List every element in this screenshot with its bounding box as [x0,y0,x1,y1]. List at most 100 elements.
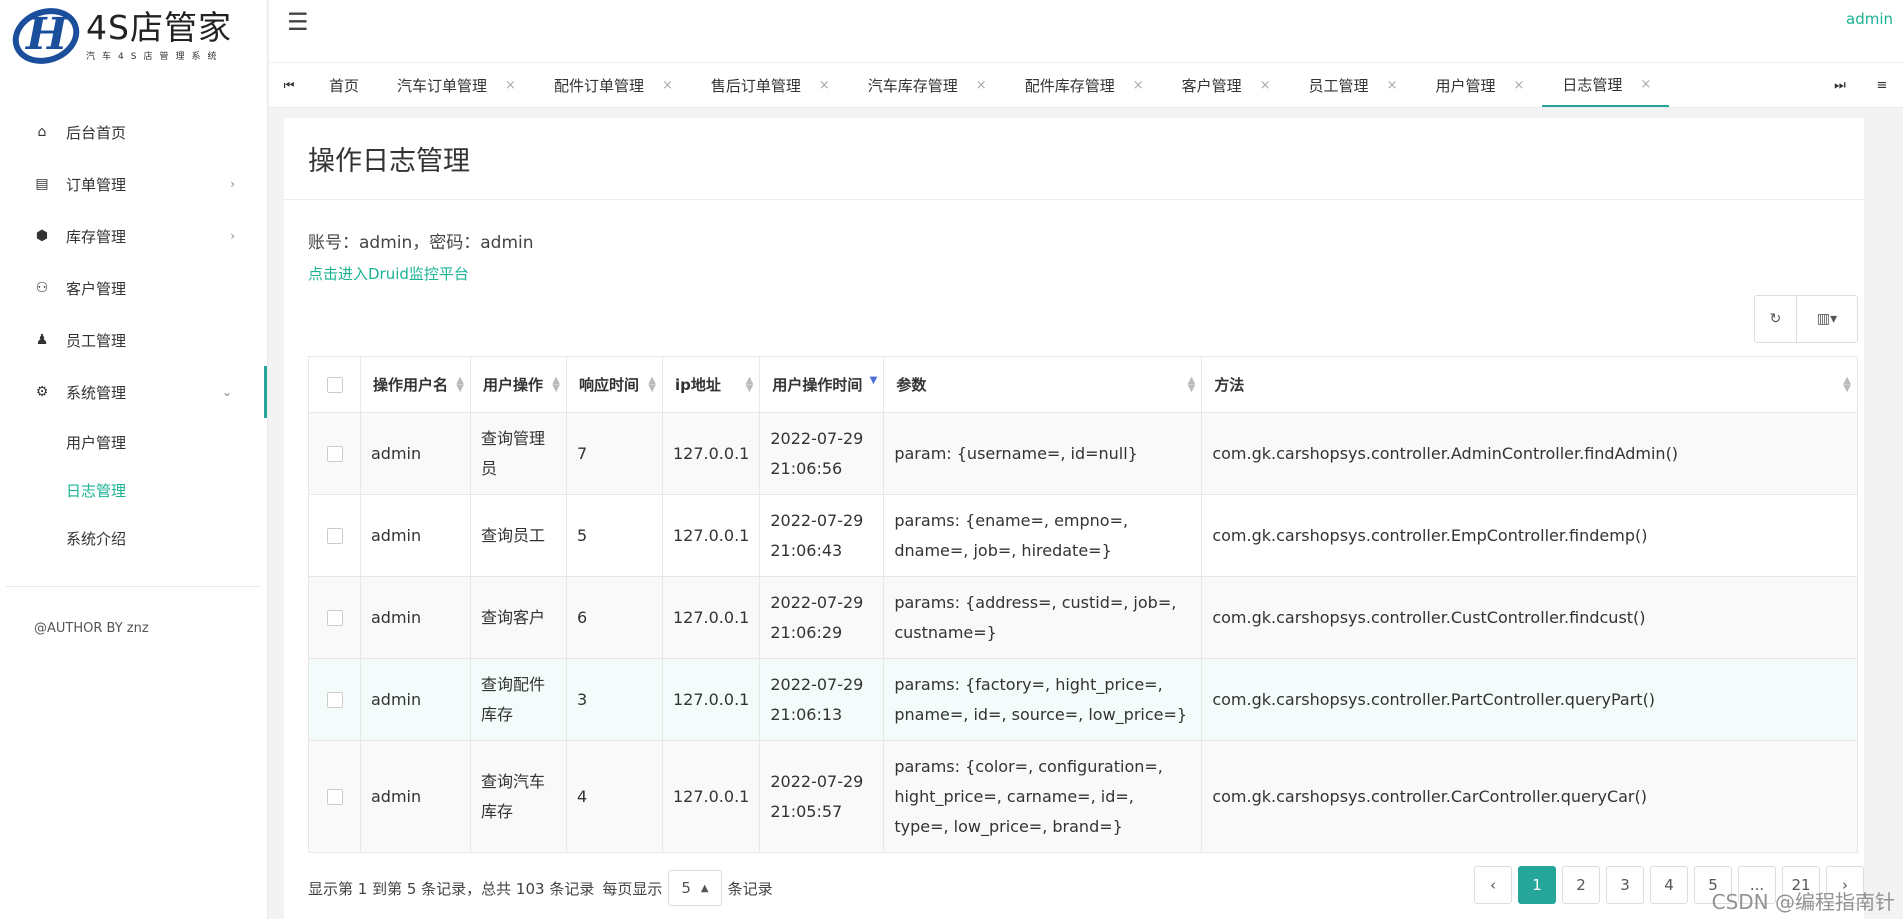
table-header-row: 操作用户名 ▲ ▼ 用户操作 ▲ ▼ 响应时间 ▲ ▼ ip地址 ▲ ▼ 用户操作时间 ▼ 参数 ▲… [308,356,1858,413]
table-row[interactable]: admin 查询配件库存 3 127.0.0.1 2022-07-29 21:0… [308,658,1858,741]
druid-link[interactable]: 点击进入Druid监控平台 [284,253,1864,284]
close-icon[interactable]: × [1387,78,1398,93]
page-4[interactable]: 4 [1650,866,1688,904]
tab-car-orders[interactable]: 汽车订单管理 × [377,63,534,107]
tab-customers[interactable]: 客户管理 × [1162,63,1289,107]
logo-subtitle: 汽车4S店管理系统 [86,51,224,62]
row-checkbox[interactable] [308,658,361,741]
cell-method: com.gk.carshopsys.controller.PartControl… [1201,658,1858,741]
sidebar-subitem-logs[interactable]: 日志管理 [66,466,267,514]
tab-users[interactable]: 用户管理 × [1415,63,1542,107]
account-info: 账号：admin，密码：admin [308,233,534,253]
tab-logs[interactable]: 日志管理 × [1542,63,1670,107]
col-header-method[interactable]: 方法 ▲ ▼ [1201,356,1858,413]
tab-car-inventory[interactable]: 汽车库存管理 × [848,63,1005,107]
cell-response-time: 6 [566,576,663,659]
topbar: ☰ admin [269,0,1903,62]
table-row[interactable]: admin 查询员工 5 127.0.0.1 2022-07-29 21:06:… [308,494,1858,577]
page-1[interactable]: 1 [1518,866,1556,904]
table-row[interactable]: admin 查询管理员 7 127.0.0.1 2022-07-29 21:06… [308,412,1858,495]
row-checkbox[interactable] [308,494,361,577]
sidebar-nav: ⌂ 后台首页 ▤ 订单管理 › ⬢ 库存管理 › ⚇ 客户管理 ♟ 员工管理 ⚙… [0,106,267,562]
cell-method: com.gk.carshopsys.controller.CarControll… [1201,740,1858,853]
chevron-right-icon: › [230,229,235,243]
refresh-icon[interactable]: ↻ [1755,296,1797,342]
col-header-response-time[interactable]: 响应时间 ▲ ▼ [566,356,663,413]
cell-ip: 127.0.0.1 [661,494,761,577]
cell-operation: 查询配件库存 [470,658,567,741]
close-icon[interactable]: × [505,78,516,93]
sidebar-item-customers[interactable]: ⚇ 客户管理 [0,262,267,314]
sidebar-item-label: 库存管理 [66,227,127,246]
row-checkbox[interactable] [308,576,361,659]
cell-ip: 127.0.0.1 [661,412,761,495]
tab-home[interactable]: 首页 [309,63,377,107]
sidebar-item-employees[interactable]: ♟ 员工管理 [0,314,267,366]
cell-username: admin [360,494,471,577]
page-title: 操作日志管理 [284,118,1864,200]
tab-prev-icon[interactable]: ⏮ [269,63,309,107]
tab-menu-icon[interactable]: ≡ [1861,78,1903,93]
tab-aftersale-orders[interactable]: 售后订单管理 × [691,63,848,107]
chevron-right-icon: › [230,177,235,191]
per-page-suffix: 条记录 [727,879,773,898]
cell-response-time: 7 [566,412,663,495]
tab-employees[interactable]: 员工管理 × [1289,63,1416,107]
tab-next-icon[interactable]: ⏭ [1819,78,1861,93]
sidebar-item-orders[interactable]: ▤ 订单管理 › [0,158,267,210]
watermark: CSDN @编程指南针 [1711,890,1895,914]
menu-toggle-icon[interactable]: ☰ [287,8,309,36]
tab-part-orders[interactable]: 配件订单管理 × [534,63,691,107]
logo-mark: H [4,0,88,74]
close-icon[interactable]: × [976,78,987,93]
close-icon[interactable]: × [1133,78,1144,93]
row-checkbox[interactable] [308,412,361,495]
row-checkbox[interactable] [308,740,361,853]
logo[interactable]: H 4S店管家 汽车4S店管理系统 [0,0,267,74]
cell-method: com.gk.carshopsys.controller.AdminContro… [1201,412,1858,495]
table-toolbar: ↻ ▥▾ [1754,295,1858,343]
sidebar-item-label: 后台首页 [66,123,127,142]
close-icon[interactable]: × [1513,78,1524,93]
page-2[interactable]: 2 [1562,866,1600,904]
cell-op-time: 2022-07-29 21:06:43 [759,494,885,577]
col-header-op-time[interactable]: 用户操作时间 ▼ [759,356,885,413]
close-icon[interactable]: × [662,78,673,93]
sidebar-item-label: 客户管理 [66,279,127,298]
table-row[interactable]: admin 查询汽车库存 4 127.0.0.1 2022-07-29 21:0… [308,740,1858,853]
cell-params: params: {factory=, hight_price=, pname=,… [883,658,1203,741]
page-prev[interactable]: ‹ [1474,866,1512,904]
page-3[interactable]: 3 [1606,866,1644,904]
cell-op-time: 2022-07-29 21:06:29 [759,576,885,659]
cell-username: admin [360,658,471,741]
record-summary: 显示第 1 到第 5 条记录，总共 103 条记录 [308,879,595,898]
cell-op-time: 2022-07-29 21:06:13 [759,658,885,741]
log-table: 操作用户名 ▲ ▼ 用户操作 ▲ ▼ 响应时间 ▲ ▼ ip地址 ▲ ▼ 用户操作时间 ▼ 参数 ▲… [308,356,1858,853]
sidebar-item-home[interactable]: ⌂ 后台首页 [0,106,267,158]
per-page-label: 每页显示 [602,879,663,898]
col-header-ip[interactable]: ip地址 ▲ ▼ [661,356,761,413]
cell-ip: 127.0.0.1 [661,576,761,659]
close-icon[interactable]: × [1260,78,1271,93]
select-all-checkbox[interactable] [308,356,361,413]
user-menu[interactable]: admin [1846,10,1893,28]
tab-part-inventory[interactable]: 配件库存管理 × [1005,63,1162,107]
cell-operation: 查询管理员 [470,412,567,495]
sidebar-subitem-users[interactable]: 用户管理 [66,418,267,466]
sidebar-subitem-about[interactable]: 系统介绍 [66,514,267,562]
columns-toggle-icon[interactable]: ▥▾ [1797,296,1857,342]
close-icon[interactable]: × [819,78,830,93]
tab-bar: ⏮ 首页 汽车订单管理 × 配件订单管理 × 售后订单管理 × 汽车库存管理 × 配件库… [269,62,1903,108]
sidebar-item-system[interactable]: ⚙ 系统管理 ⌄ [0,366,267,418]
per-page-select[interactable]: 5 ▲ [668,870,722,906]
col-header-params[interactable]: 参数 ▲ ▼ [883,356,1203,413]
cell-op-time: 2022-07-29 21:06:56 [759,412,885,495]
col-header-username[interactable]: 操作用户名 ▲ ▼ [360,356,471,413]
col-header-operation[interactable]: 用户操作 ▲ ▼ [470,356,567,413]
cell-op-time: 2022-07-29 21:05:57 [759,740,885,853]
close-icon[interactable]: × [1640,77,1651,92]
cell-response-time: 4 [566,740,663,853]
table-row[interactable]: admin 查询客户 6 127.0.0.1 2022-07-29 21:06:… [308,576,1858,659]
tab-list: 首页 汽车订单管理 × 配件订单管理 × 售后订单管理 × 汽车库存管理 × 配件库存管… [309,63,1819,107]
sidebar-item-inventory[interactable]: ⬢ 库存管理 › [0,210,267,262]
